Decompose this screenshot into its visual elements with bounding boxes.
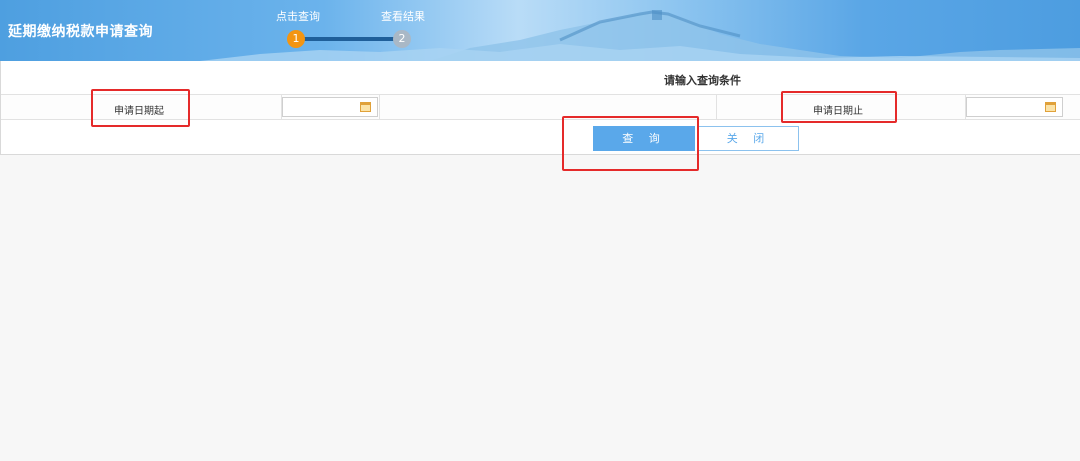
end-date-input[interactable] [966,97,1063,117]
page-title: 延期缴纳税款申请查询 [8,24,153,40]
step-1-label: 点击查询 [276,10,320,23]
step-2-label: 查看结果 [381,10,425,23]
great-wall-banner-image [200,10,1080,61]
calendar-icon[interactable] [360,102,371,112]
step-1-indicator: 1 [287,30,305,48]
calendar-icon[interactable] [1045,102,1056,112]
end-date-highlight-box [781,91,897,123]
cell-divider [716,95,717,119]
query-button-highlight-box [562,116,699,171]
app-header: 延期缴纳税款申请查询 点击查询 查看结果 1 2 [0,0,1080,61]
step-progress-bar [300,37,400,41]
start-date-input[interactable] [282,97,378,117]
step-2-indicator: 2 [393,30,411,48]
close-button[interactable]: 关 闭 [698,126,799,151]
start-date-highlight-box [91,89,190,127]
section-title: 请输入查询条件 [664,74,741,87]
cell-divider [379,95,380,119]
